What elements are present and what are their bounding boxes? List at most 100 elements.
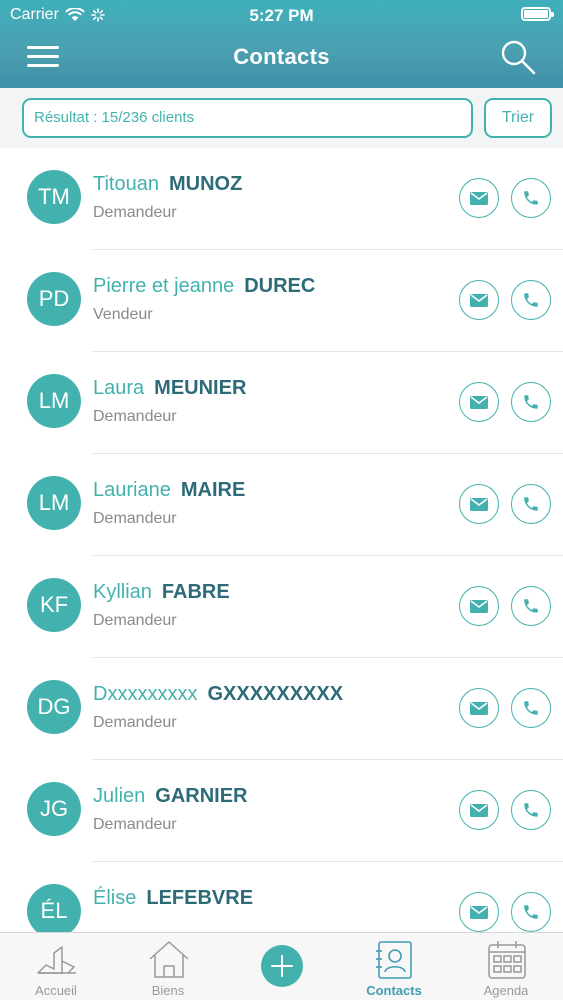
tab-contacts[interactable]: Contacts [338,933,450,1000]
email-button[interactable] [459,484,499,524]
last-name: LEFEBVRE [146,887,254,909]
contact-name: Pierre et jeanne DUREC [93,275,315,298]
last-name: MUNOZ [168,173,243,195]
list-item[interactable]: LM Lauriane MAIRE Demandeur [0,454,563,556]
sort-button[interactable]: Trier [484,98,552,138]
tab-label: Contacts [366,983,422,998]
contact-role: Demandeur [93,204,177,221]
last-name: MEUNIER [154,377,247,399]
email-button[interactable] [459,178,499,218]
tab-accueil[interactable]: Accueil [0,933,112,1000]
avatar: LM [27,374,81,428]
avatar: LM [27,476,81,530]
phone-icon [522,495,540,513]
nav-header: Carrier 5:27 PM Contacts [0,0,563,88]
mail-icon [470,701,488,715]
tab-biens[interactable]: Biens [112,933,224,1000]
list-item[interactable]: DG Dxxxxxxxxx GXXXXXXXXX Demandeur [0,658,563,760]
first-name: Élise [93,887,137,909]
email-button[interactable] [459,688,499,728]
last-name: GXXXXXXXXX [207,683,344,705]
first-name: Dxxxxxxxxx [93,683,198,705]
mail-icon [470,293,488,307]
phone-icon [522,903,540,921]
status-time: 5:27 PM [249,6,314,25]
house-icon [149,941,189,978]
avatar: PD [27,272,81,326]
email-button[interactable] [459,586,499,626]
avatar: KF [27,578,81,632]
last-name: DUREC [244,275,316,297]
first-name: Kyllian [93,581,152,603]
contact-name: Kyllian FABRE [93,581,230,604]
mail-icon [470,395,488,409]
first-name: Julien [93,785,146,807]
page-title: Contacts [233,44,330,69]
first-name: Lauriane [93,479,171,501]
call-button[interactable] [511,280,551,320]
mail-icon [470,191,488,205]
mail-icon [470,599,488,613]
list-item[interactable]: PD Pierre et jeanne DUREC Vendeur [0,250,563,352]
result-count-field[interactable]: Résultat : 15/236 clients [22,98,473,138]
contact-list: TM Titouan MUNOZ Demandeur PD Pierre et jeann… [0,148,563,932]
call-button[interactable] [511,688,551,728]
mail-icon [470,497,488,511]
contact-role: Demandeur [93,612,177,629]
first-name: Pierre et jeanne [93,275,235,297]
call-button[interactable] [511,178,551,218]
phone-icon [522,291,540,309]
tab-label: Biens [151,983,185,998]
list-item[interactable]: JG Julien GARNIER Demandeur [0,760,563,862]
result-toolbar: Résultat : 15/236 clients Trier [0,88,563,148]
tab-label: Accueil [35,983,77,998]
contact-name: Élise LEFEBVRE [93,887,253,910]
list-item[interactable]: ÉL Élise LEFEBVRE [0,862,563,932]
contact-role: Demandeur [93,510,177,527]
last-name: GARNIER [155,785,248,807]
contact-name: Lauriane MAIRE [93,479,245,502]
call-button[interactable] [511,484,551,524]
contact-name: Laura MEUNIER [93,377,246,400]
mail-icon [470,905,488,919]
first-name: Laura [93,377,145,399]
list-item[interactable]: KF Kyllian FABRE Demandeur [0,556,563,658]
phone-icon [522,393,540,411]
contact-name: Dxxxxxxxxx GXXXXXXXXX [93,683,343,706]
avatar: JG [27,782,81,836]
phone-icon [522,699,540,717]
tab-agenda[interactable]: Agenda [450,933,562,1000]
search-icon[interactable] [499,38,537,76]
contact-role: Demandeur [93,408,177,425]
avatar: TM [27,170,81,224]
email-button[interactable] [459,280,499,320]
call-button[interactable] [511,892,551,932]
call-button[interactable] [511,586,551,626]
contact-role: Vendeur [93,306,153,323]
battery-icon [521,7,554,21]
add-button[interactable] [261,945,303,987]
list-item[interactable]: TM Titouan MUNOZ Demandeur [0,148,563,250]
call-button[interactable] [511,382,551,422]
contact-name: Julien GARNIER [93,785,248,808]
contact-card-icon [376,941,412,979]
list-item[interactable]: LM Laura MEUNIER Demandeur [0,352,563,454]
first-name: Titouan [93,173,159,195]
email-button[interactable] [459,892,499,932]
tab-bar: Accueil Biens Contacts Agenda [0,932,563,1000]
mail-icon [470,803,488,817]
last-name: FABRE [161,581,230,603]
call-button[interactable] [511,790,551,830]
email-button[interactable] [459,790,499,830]
contact-role: Demandeur [93,714,177,731]
tab-label: Agenda [483,983,529,998]
avatar: ÉL [27,884,81,932]
email-button[interactable] [459,382,499,422]
contact-name: Titouan MUNOZ [93,173,242,196]
calendar-icon [488,941,526,979]
status-bar: Carrier 5:27 PM [0,0,563,30]
last-name: MAIRE [180,479,246,501]
contact-role: Demandeur [93,816,177,833]
phone-icon [522,189,540,207]
phone-icon [522,597,540,615]
